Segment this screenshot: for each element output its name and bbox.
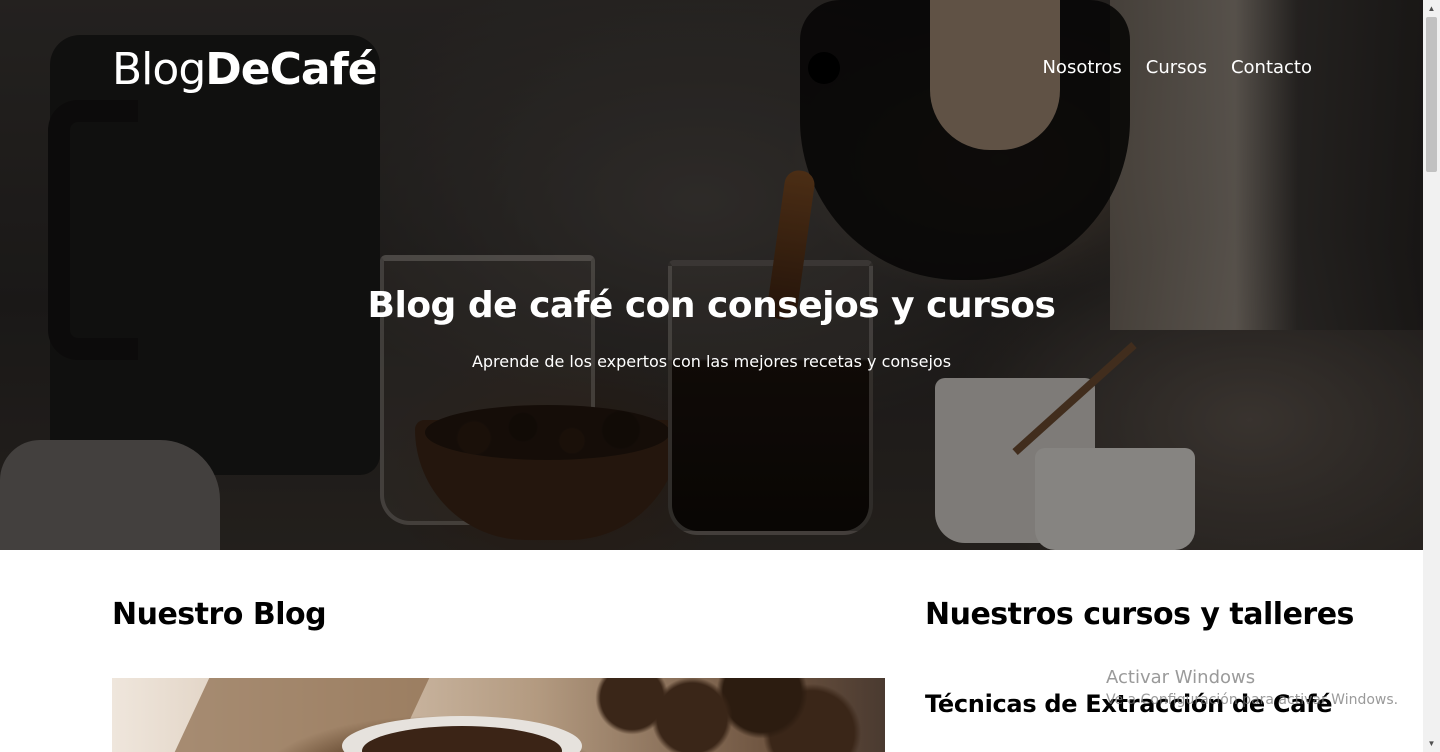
watermark-line-2: Ve a Configuración para activar Windows.: [1106, 692, 1399, 708]
blog-section-title: Nuestro Blog: [112, 597, 327, 632]
scroll-down-icon[interactable]: ▼: [1423, 735, 1440, 752]
blog-post-image[interactable]: [112, 678, 885, 752]
nav-link-nosotros[interactable]: Nosotros: [1042, 57, 1121, 78]
site-logo[interactable]: BlogDeCafé: [112, 44, 378, 95]
site-header: BlogDeCafé Nosotros Cursos Contacto: [112, 40, 1312, 100]
hero-banner: BlogDeCafé Nosotros Cursos Contacto Blog…: [0, 0, 1423, 550]
hero-title: Blog de café con consejos y cursos: [367, 285, 1056, 326]
watermark-line-1: Activar Windows: [1106, 667, 1256, 688]
nav-link-contacto[interactable]: Contacto: [1231, 57, 1312, 78]
vertical-scrollbar[interactable]: ▲ ▼: [1423, 0, 1440, 752]
scroll-up-icon[interactable]: ▲: [1423, 0, 1440, 17]
hero-subtitle: Aprende de los expertos con las mejores …: [471, 352, 952, 371]
logo-bold-text: DeCafé: [205, 44, 377, 95]
scroll-thumb[interactable]: [1426, 17, 1437, 172]
courses-section-title: Nuestros cursos y talleres: [925, 597, 1354, 632]
windows-activation-watermark: Activar Windows Ve a Configuración para …: [1106, 667, 1398, 708]
logo-light-text: Blog: [112, 44, 206, 95]
main-nav: Nosotros Cursos Contacto: [1042, 57, 1312, 78]
nav-link-cursos[interactable]: Cursos: [1146, 57, 1207, 78]
